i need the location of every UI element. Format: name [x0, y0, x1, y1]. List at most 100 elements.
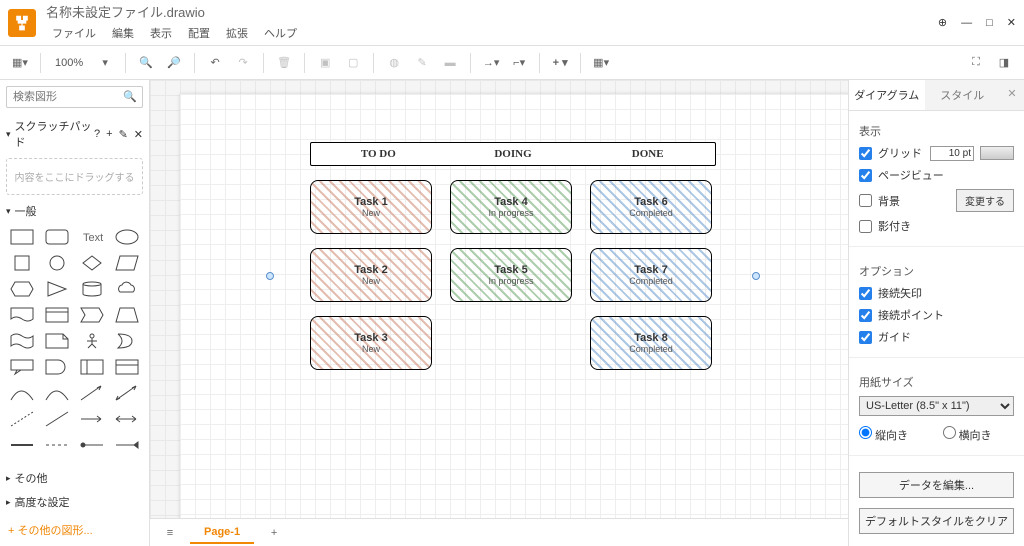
- paper-size-select[interactable]: US-Letter (8.5" x 11"): [859, 396, 1014, 416]
- portrait-radio[interactable]: 縦向き: [859, 426, 931, 443]
- shape-circle[interactable]: [43, 253, 70, 273]
- zoom-level[interactable]: 100%: [49, 57, 89, 69]
- shape-conn4[interactable]: [114, 435, 141, 455]
- shape-square[interactable]: [8, 253, 35, 273]
- canvas[interactable]: TO DO DOING DONE Task 1New Task 4In prog…: [150, 80, 848, 518]
- other-header[interactable]: ▸その他: [0, 466, 149, 490]
- stroke-icon[interactable]: ✎: [410, 51, 434, 75]
- zoom-out-icon[interactable]: 🔎: [162, 51, 186, 75]
- shape-document[interactable]: [8, 305, 35, 325]
- card-task4[interactable]: Task 4In progress: [450, 180, 572, 234]
- grid-checkbox[interactable]: [859, 147, 872, 160]
- shape-trapezoid[interactable]: [114, 305, 141, 325]
- shape-arrow3[interactable]: [79, 409, 106, 429]
- landscape-radio[interactable]: 横向き: [943, 426, 1015, 443]
- arrows-checkbox[interactable]: [859, 287, 872, 300]
- bg-change-button[interactable]: 変更する: [956, 189, 1014, 212]
- panel-close-icon[interactable]: ✕: [1000, 80, 1024, 110]
- pages-menu-icon[interactable]: ≡: [158, 521, 182, 545]
- guides-checkbox[interactable]: [859, 331, 872, 344]
- bg-checkbox[interactable]: [859, 194, 872, 207]
- zoom-dropdown-icon[interactable]: ▾: [93, 51, 117, 75]
- tab-style[interactable]: スタイル: [925, 80, 1001, 110]
- to-front-icon[interactable]: ▣: [313, 51, 337, 75]
- format-toggle-icon[interactable]: ◨: [992, 51, 1016, 75]
- add-icon[interactable]: +: [106, 128, 112, 141]
- shape-cylinder[interactable]: [79, 279, 106, 299]
- insert-icon[interactable]: + ▾: [548, 51, 572, 75]
- card-task2[interactable]: Task 2New: [310, 248, 432, 302]
- shape-cloud[interactable]: [114, 279, 141, 299]
- shape-ellipse[interactable]: [114, 227, 141, 247]
- shape-datastore[interactable]: [79, 357, 106, 377]
- shape-conn2[interactable]: [43, 435, 70, 455]
- card-task3[interactable]: Task 3New: [310, 316, 432, 370]
- shadow-icon[interactable]: ▬: [438, 51, 462, 75]
- connection-icon[interactable]: →▾: [479, 51, 503, 75]
- page-tab-1[interactable]: Page-1: [190, 522, 254, 544]
- shape-step[interactable]: [79, 305, 106, 325]
- menu-help[interactable]: ヘルプ: [258, 23, 303, 43]
- kanban-header[interactable]: TO DO DOING DONE: [310, 142, 716, 166]
- scratchpad-header[interactable]: ▾スクラッチパッド ?+✎✕: [0, 114, 149, 154]
- shadow-checkbox[interactable]: [859, 220, 872, 233]
- fullscreen-icon[interactable]: ⛶: [964, 51, 988, 75]
- shape-parallelogram[interactable]: [114, 253, 141, 273]
- shape-conn3[interactable]: [79, 435, 106, 455]
- col-done[interactable]: DONE: [580, 143, 715, 165]
- general-header[interactable]: ▾一般: [0, 199, 149, 223]
- shape-arrow2[interactable]: [114, 383, 141, 403]
- shape-line1[interactable]: [8, 383, 35, 403]
- col-todo[interactable]: TO DO: [311, 143, 446, 165]
- shape-container[interactable]: [114, 357, 141, 377]
- selection-handle[interactable]: [266, 272, 274, 280]
- scratchpad-drop[interactable]: 内容をここにドラッグする: [6, 158, 143, 195]
- shape-card[interactable]: [43, 305, 70, 325]
- shape-line3[interactable]: [8, 409, 35, 429]
- redo-icon[interactable]: ↷: [231, 51, 255, 75]
- add-page-icon[interactable]: +: [262, 521, 286, 545]
- table-icon[interactable]: ▦▾: [589, 51, 613, 75]
- help-icon[interactable]: ?: [94, 128, 100, 141]
- shape-text[interactable]: Text: [79, 227, 106, 247]
- card-task1[interactable]: Task 1New: [310, 180, 432, 234]
- card-task8[interactable]: Task 8Completed: [590, 316, 712, 370]
- close-scratch-icon[interactable]: ✕: [134, 128, 143, 141]
- zoom-in-icon[interactable]: 🔍: [134, 51, 158, 75]
- shape-note[interactable]: [43, 331, 70, 351]
- shape-triangle[interactable]: [43, 279, 70, 299]
- pageview-checkbox[interactable]: [859, 169, 872, 182]
- to-back-icon[interactable]: ▢: [341, 51, 365, 75]
- card-task7[interactable]: Task 7Completed: [590, 248, 712, 302]
- shape-line4[interactable]: [43, 409, 70, 429]
- shape-conn1[interactable]: [8, 435, 35, 455]
- maximize-icon[interactable]: □: [986, 17, 993, 29]
- shape-roundrect[interactable]: [43, 227, 70, 247]
- shape-arrow1[interactable]: [79, 383, 106, 403]
- edit-icon[interactable]: ✎: [119, 128, 128, 141]
- tab-diagram[interactable]: ダイアグラム: [849, 80, 925, 110]
- clear-style-button[interactable]: デフォルトスタイルをクリア: [859, 508, 1014, 534]
- sidebar-toggle-icon[interactable]: ▦▾: [8, 51, 32, 75]
- shape-tape[interactable]: [8, 331, 35, 351]
- grid-size-input[interactable]: [930, 146, 974, 161]
- points-checkbox[interactable]: [859, 309, 872, 322]
- card-task5[interactable]: Task 5In progress: [450, 248, 572, 302]
- search-icon[interactable]: 🔍: [123, 90, 137, 103]
- waypoint-icon[interactable]: ⌐▾: [507, 51, 531, 75]
- shape-and[interactable]: [43, 357, 70, 377]
- menu-file[interactable]: ファイル: [46, 23, 102, 43]
- shape-line2[interactable]: [43, 383, 70, 403]
- fill-icon[interactable]: ◍: [382, 51, 406, 75]
- shape-callout[interactable]: [8, 357, 35, 377]
- delete-icon[interactable]: 🗑: [272, 51, 296, 75]
- advanced-header[interactable]: ▸高度な設定: [0, 490, 149, 514]
- shape-actor[interactable]: [79, 331, 106, 351]
- close-icon[interactable]: ✕: [1007, 16, 1016, 29]
- selection-handle[interactable]: [752, 272, 760, 280]
- menu-arrange[interactable]: 配置: [182, 23, 216, 43]
- edit-data-button[interactable]: データを編集...: [859, 472, 1014, 498]
- menu-edit[interactable]: 編集: [106, 23, 140, 43]
- minimize-icon[interactable]: —: [961, 17, 972, 29]
- language-icon[interactable]: ⊕: [938, 16, 947, 29]
